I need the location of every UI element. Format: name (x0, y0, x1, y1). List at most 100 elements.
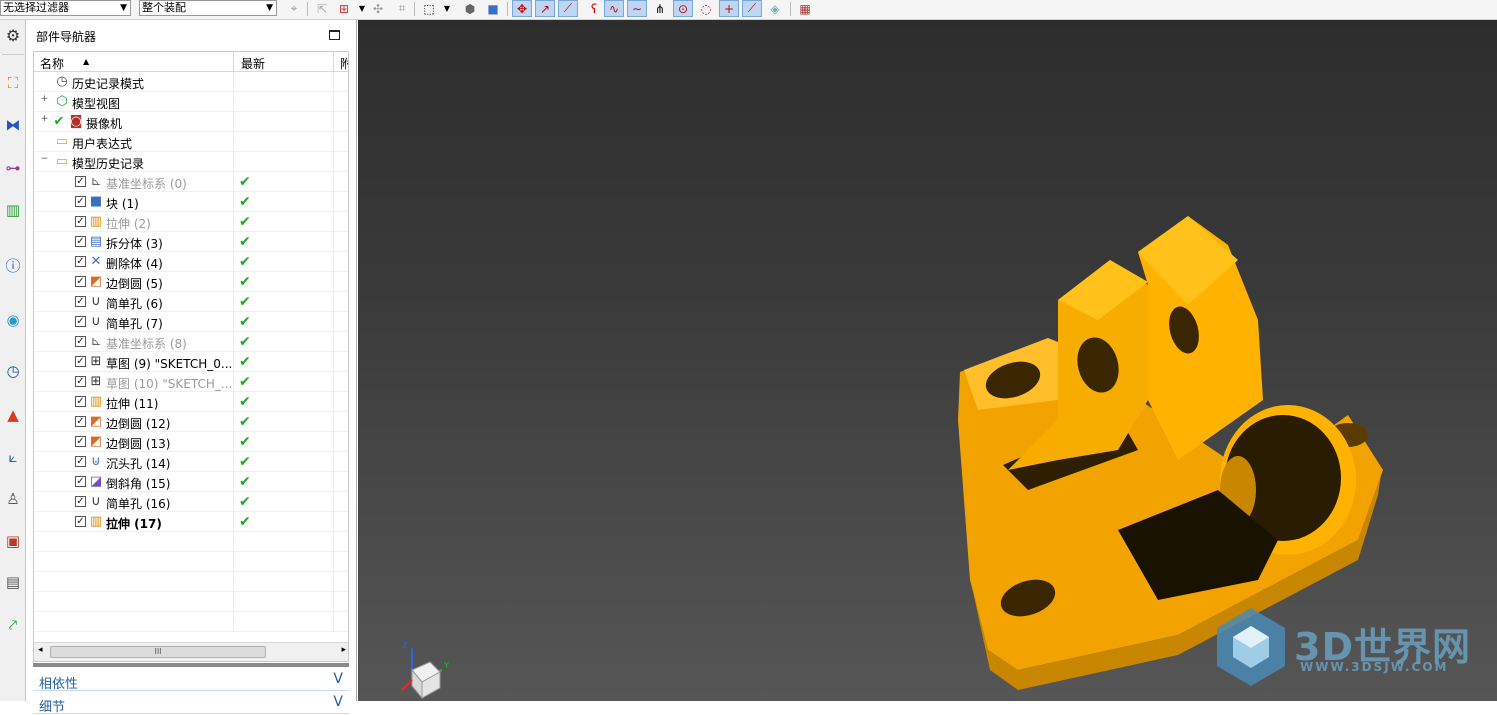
tree-row[interactable]: ✓ ▥ 拉伸 (11) ✔ (34, 392, 348, 412)
feature-checkbox[interactable]: ✓ (75, 176, 86, 187)
quadrant-icon[interactable]: ◌ (696, 0, 716, 17)
curve2-icon[interactable]: ∼ (627, 0, 647, 17)
column-header-name[interactable]: 名称 (40, 55, 64, 72)
maximize-icon[interactable] (329, 30, 340, 40)
tree-row[interactable]: ✓ ✕ 删除体 (4) ✔ (34, 252, 348, 272)
feature-checkbox[interactable]: ✓ (75, 196, 86, 207)
grid-icon[interactable]: ▦ (795, 0, 815, 17)
snap-icon[interactable]: ⇱ (312, 0, 332, 17)
reuse-library-icon[interactable]: ▥ (0, 195, 26, 225)
plus-icon[interactable]: + (719, 0, 739, 17)
shade-icon[interactable]: ⬢ (460, 0, 480, 17)
feature-checkbox[interactable]: ✓ (75, 516, 86, 527)
up-to-date-icon: ✔ (239, 494, 251, 510)
tree-row[interactable]: + ✔ ◙ 摄像机 (34, 112, 348, 132)
feature-checkbox[interactable]: ✓ (75, 476, 86, 487)
feature-checkbox[interactable]: ✓ (75, 316, 86, 327)
mid-point-icon[interactable]: ⟋ (558, 0, 578, 17)
feature-checkbox[interactable]: ✓ (75, 296, 86, 307)
curve-icon[interactable]: ʕ (584, 0, 604, 17)
tree-row[interactable]: − ▭ 模型历史记录 (34, 152, 348, 172)
point-snap-icon[interactable]: ✥ (512, 0, 532, 17)
scroll-right-icon[interactable]: ▸ (341, 645, 346, 655)
tree-row[interactable]: ✓ ■ 块 (1) ✔ (34, 192, 348, 212)
tree-row[interactable]: ✓ ⊾ 基准坐标系 (8) ✔ (34, 332, 348, 352)
intersect-icon[interactable]: ⋔ (650, 0, 670, 17)
select-box-icon[interactable]: ⬚ (419, 0, 439, 17)
tree-row-label: 基准坐标系 (0) (106, 177, 187, 191)
tree-row[interactable]: ✓ ◩ 边倒圆 (5) ✔ (34, 272, 348, 292)
move-icon[interactable]: ✣ (368, 0, 388, 17)
tree-row[interactable]: ✓ ∪ 简单孔 (16) ✔ (34, 492, 348, 512)
dependencies-section[interactable]: 相依性 V (33, 669, 349, 692)
system-materials-icon[interactable]: ▲ (0, 400, 26, 430)
process-studio-icon[interactable]: ⟀ (0, 442, 26, 472)
tree-row[interactable]: ✓ ▥ 拉伸 (17) ✔ (34, 512, 348, 532)
solid-icon[interactable]: ■ (483, 0, 503, 17)
settings-icon[interactable]: ⚙ (0, 20, 26, 50)
scrollbar-thumb[interactable]: III (50, 646, 266, 658)
tree-row[interactable]: ✓ ∪ 简单孔 (6) ✔ (34, 292, 348, 312)
part-template-icon[interactable]: ▣ (0, 526, 26, 556)
spline-icon[interactable]: ∿ (604, 0, 624, 17)
graphics-window[interactable]: Z Y 3D世界网 WWW.3DSJW.COM (358, 20, 1497, 701)
selection-filter-dropdown[interactable]: 无选择过滤器 ▼ (0, 0, 131, 16)
expand-icon[interactable]: + (40, 95, 49, 104)
hd3d-icon[interactable]: ▤ (0, 567, 26, 597)
feature-checkbox[interactable]: ✓ (75, 256, 86, 267)
column-header-extra[interactable]: 附 (340, 55, 348, 72)
tree-row[interactable]: ✓ ⊍ 沉头孔 (14) ✔ (34, 452, 348, 472)
empty-row (34, 612, 348, 632)
assembly-scope-dropdown[interactable]: 整个装配 ▼ (139, 0, 277, 16)
drop-icon[interactable]: ⊞ (334, 0, 354, 17)
info-icon[interactable]: ⓘ (0, 250, 26, 280)
feature-checkbox[interactable]: ✓ (75, 236, 86, 247)
point-constructor-icon[interactable]: ⌗ (392, 0, 412, 17)
center-icon[interactable]: ⊙ (673, 0, 693, 17)
web-browser-icon[interactable]: ◉ (0, 305, 26, 335)
history-icon[interactable]: ◷ (0, 356, 26, 386)
tree-row[interactable]: ✓ ◪ 倒斜角 (15) ✔ (34, 472, 348, 492)
feature-checkbox[interactable]: ✓ (75, 376, 86, 387)
feature-checkbox[interactable]: ✓ (75, 276, 86, 287)
tree-row[interactable]: ✓ ∪ 简单孔 (7) ✔ (34, 312, 348, 332)
tree-row[interactable]: ✓ ▥ 拉伸 (2) ✔ (34, 212, 348, 232)
end-point-icon[interactable]: ↗ (535, 0, 555, 17)
tree-row[interactable]: ◷ 历史记录模式 (34, 72, 348, 92)
wcs-icon[interactable]: ⌖ (284, 0, 304, 17)
feature-checkbox[interactable]: ✓ (75, 436, 86, 447)
horizontal-scrollbar[interactable]: ◂ III ▸ (34, 642, 348, 661)
feature-checkbox[interactable]: ✓ (75, 456, 86, 467)
system-scene-icon[interactable]: ⤤ (0, 610, 26, 640)
tree-row[interactable]: ▭ 用户表达式 (34, 132, 348, 152)
chevron-down-icon[interactable]: ▼ (437, 0, 457, 17)
constraint-navigator-icon[interactable]: ⧓ (0, 110, 26, 140)
feature-checkbox[interactable]: ✓ (75, 416, 86, 427)
line-icon[interactable]: ⟋ (742, 0, 762, 17)
expand-icon[interactable]: + (40, 115, 49, 124)
collapse-icon[interactable]: − (40, 155, 49, 164)
feature-checkbox[interactable]: ✓ (75, 496, 86, 507)
scroll-left-icon[interactable]: ◂ (38, 645, 43, 655)
tree-row[interactable]: ✓ ⊞ 草图 (9) "SKETCH_0... ✔ (34, 352, 348, 372)
panel-splitter[interactable] (33, 663, 349, 667)
details-section[interactable]: 细节 V (33, 692, 349, 715)
face-icon[interactable]: ◈ (765, 0, 785, 17)
tree-row[interactable]: ✓ ◩ 边倒圆 (13) ✔ (34, 432, 348, 452)
assembly-navigator-icon[interactable]: ⛶ (0, 68, 26, 98)
feature-checkbox[interactable]: ✓ (75, 396, 86, 407)
tree-row[interactable]: ✓ ⊾ 基准坐标系 (0) ✔ (34, 172, 348, 192)
feature-checkbox[interactable]: ✓ (75, 336, 86, 347)
tree-row[interactable]: ✓ ◩ 边倒圆 (12) ✔ (34, 412, 348, 432)
roles-icon[interactable]: ♙ (0, 484, 26, 514)
sketch-icon: ⊞ (90, 374, 102, 389)
feature-checkbox[interactable]: ✓ (75, 216, 86, 227)
column-header-latest[interactable]: 最新 (241, 55, 265, 72)
view-triad[interactable]: Z Y (398, 640, 458, 701)
tree-row[interactable]: ✓ ▤ 拆分体 (3) ✔ (34, 232, 348, 252)
tree-row[interactable]: ✓ ⊞ 草图 (10) "SKETCH_... ✔ (34, 372, 348, 392)
part-model[interactable] (358, 20, 1497, 701)
part-navigator-icon[interactable]: ⊶ (0, 153, 26, 183)
feature-checkbox[interactable]: ✓ (75, 356, 86, 367)
tree-row[interactable]: + ⬡ 模型视图 (34, 92, 348, 112)
